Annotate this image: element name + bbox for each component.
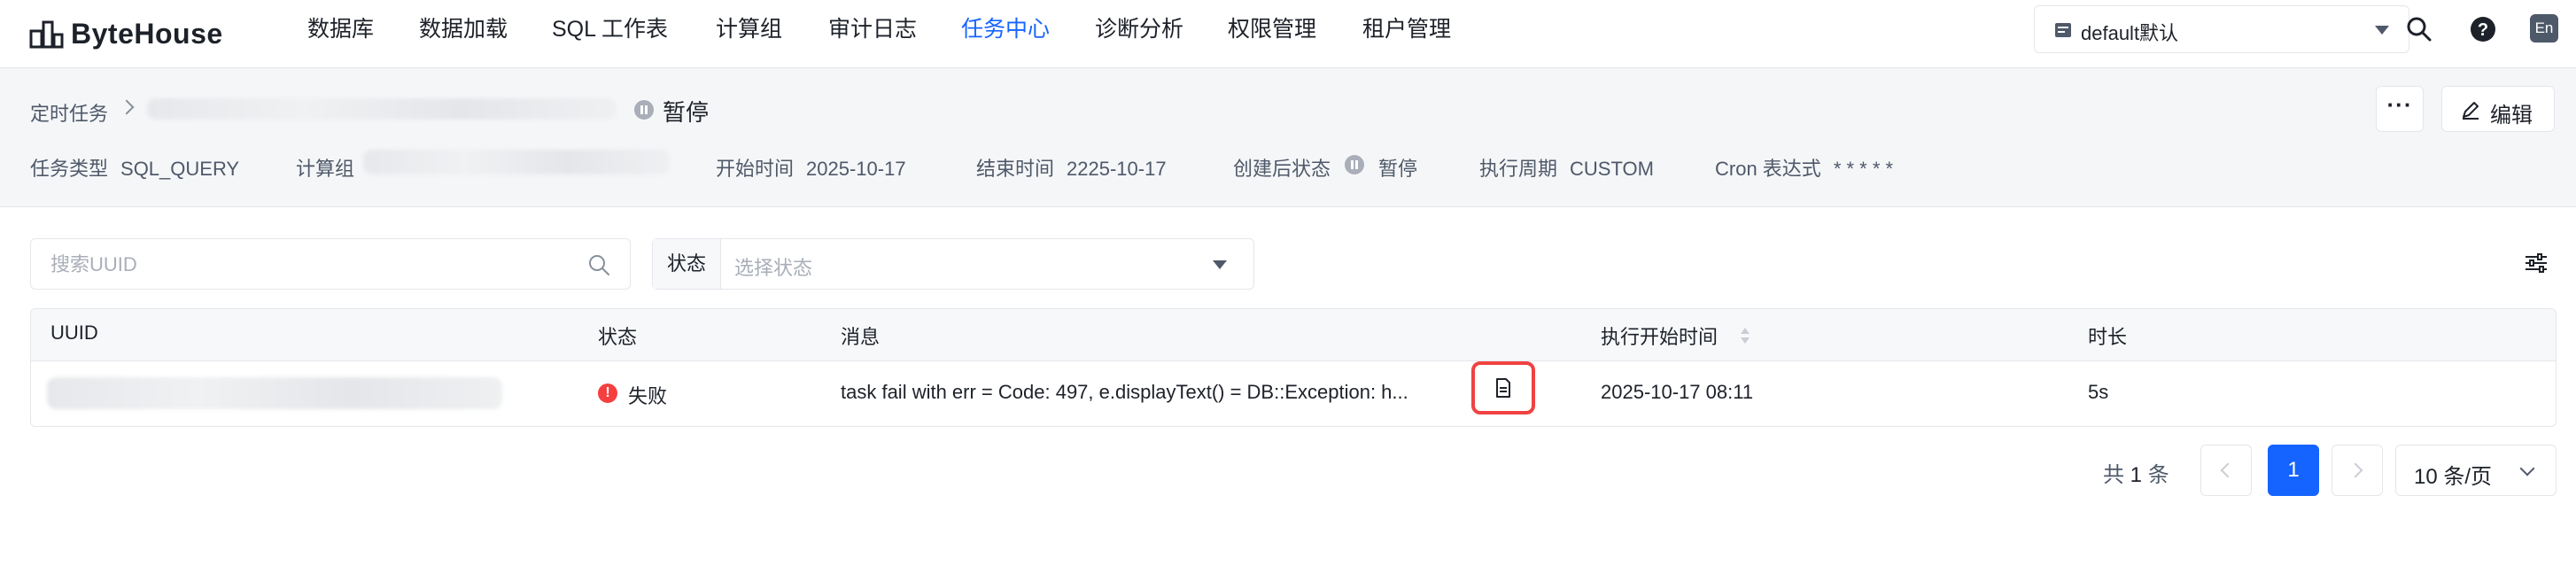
meta-period: 执行周期 CUSTOM (1479, 158, 1654, 180)
meta-created-status-value: 暂停 (1378, 158, 1418, 180)
page-size-value: 10 条/页 (2414, 465, 2493, 489)
top-navigation: ByteHouse 数据库 数据加载 SQL 工作表 计算组 审计日志 任务中心… (0, 0, 2576, 68)
column-header-start-time[interactable]: 执行开始时间 (1601, 321, 1718, 350)
total-count: 共 1 条 (2103, 463, 2169, 487)
nav-item-data-loading[interactable]: 数据加载 (419, 16, 508, 43)
search-icon[interactable] (2404, 14, 2434, 44)
caret-down-icon (2375, 26, 2389, 35)
task-status: 暂停 (663, 99, 710, 126)
task-name-redacted (147, 98, 617, 120)
sort-icon[interactable] (1739, 325, 1751, 346)
meta-compute-group: 计算组 (296, 158, 355, 180)
message-cell: task fail with err = Code: 497, e.displa… (841, 381, 1408, 403)
prev-page-button[interactable] (2200, 445, 2252, 496)
table-row[interactable]: ! 失败 task fail with err = Code: 497, e.d… (31, 361, 2556, 426)
nav-item-sql-worksheet[interactable]: SQL 工作表 (552, 16, 668, 43)
nav-item-task-center[interactable]: 任务中心 (961, 16, 1050, 43)
nav-item-tenants[interactable]: 租户管理 (1362, 16, 1451, 43)
page-size-select[interactable]: 10 条/页 (2395, 445, 2557, 496)
column-header-message: 消息 (841, 326, 881, 348)
search-input[interactable] (49, 250, 566, 280)
app-name: ByteHouse (71, 17, 223, 50)
status-cell: 失败 (628, 385, 668, 407)
edit-icon (2463, 102, 2479, 120)
column-header-uuid: UUID (50, 321, 98, 344)
meta-task-type: 任务类型 SQL_QUERY (30, 158, 240, 180)
workspace-value: default默认 (2081, 22, 2179, 44)
error-icon: ! (598, 383, 617, 403)
workspace-select[interactable]: default默认 (2034, 5, 2409, 53)
chevron-down-icon (2519, 461, 2535, 476)
more-actions-button[interactable]: ··· (2376, 86, 2424, 132)
meta-cron: Cron 表达式 * * * * * (1715, 158, 1894, 180)
pause-status-icon (634, 100, 654, 120)
nav-item-compute-groups[interactable]: 计算组 (716, 16, 782, 43)
nav-item-permissions[interactable]: 权限管理 (1228, 16, 1316, 43)
bytehouse-logo[interactable]: ByteHouse (28, 14, 223, 53)
nav-item-diagnostics[interactable]: 诊断分析 (1095, 16, 1183, 43)
language-switch[interactable]: En (2530, 14, 2558, 43)
executions-panel: 状态 选择状态 UUID 状态 消息 执行开始时间 时长 ! 失败 task f… (0, 207, 2576, 581)
bytehouse-logo-icon (29, 20, 64, 49)
page-button-1[interactable]: 1 (2268, 445, 2319, 496)
next-page-button[interactable] (2332, 445, 2383, 496)
column-header-status: 状态 (598, 326, 638, 348)
nav-item-databases[interactable]: 数据库 (307, 16, 374, 43)
chevron-right-icon (2347, 462, 2363, 478)
edit-button[interactable]: 编辑 (2441, 86, 2555, 132)
start-time-cell: 2025-10-17 08:11 (1601, 381, 1754, 403)
column-settings-icon[interactable] (2523, 250, 2549, 276)
meta-start-time: 开始时间 2025-10-17 (716, 158, 906, 180)
meta-created-status: 创建后状态 (1233, 158, 1331, 180)
uuid-redacted (47, 377, 502, 409)
status-filter-label: 状态 (653, 239, 721, 289)
task-header: 定时任务 暂停 ··· 编辑 任务类型 SQL_QUERY 计算组 开始时间 202… (0, 68, 2576, 207)
help-icon[interactable]: ? (2468, 14, 2498, 44)
executions-table: UUID 状态 消息 执行开始时间 时长 ! 失败 task fail with… (30, 308, 2557, 427)
nav-item-audit-logs[interactable]: 审计日志 (828, 16, 917, 43)
status-filter-select[interactable]: 状态 选择状态 (652, 238, 1254, 290)
document-icon (1496, 378, 1510, 398)
breadcrumb-scheduled-tasks[interactable]: 定时任务 (30, 98, 108, 127)
compute-group-redacted (363, 150, 670, 174)
view-log-button[interactable] (1471, 361, 1535, 414)
status-filter-placeholder: 选择状态 (734, 257, 813, 279)
svg-text:?: ? (2478, 20, 2488, 40)
breadcrumb-separator-icon (119, 99, 135, 115)
chevron-left-icon (2220, 462, 2236, 478)
duration-cell: 5s (2088, 381, 2109, 403)
search-icon[interactable] (587, 253, 610, 276)
database-icon (2055, 23, 2071, 37)
column-header-duration: 时长 (2088, 326, 2128, 348)
caret-down-icon (1213, 260, 1227, 269)
meta-end-time: 结束时间 2225-10-17 (976, 158, 1167, 180)
table-header: UUID 状态 消息 执行开始时间 时长 (31, 309, 2556, 361)
pause-icon (1345, 155, 1364, 174)
uuid-search[interactable] (30, 238, 631, 290)
edit-button-label: 编辑 (2490, 104, 2533, 128)
